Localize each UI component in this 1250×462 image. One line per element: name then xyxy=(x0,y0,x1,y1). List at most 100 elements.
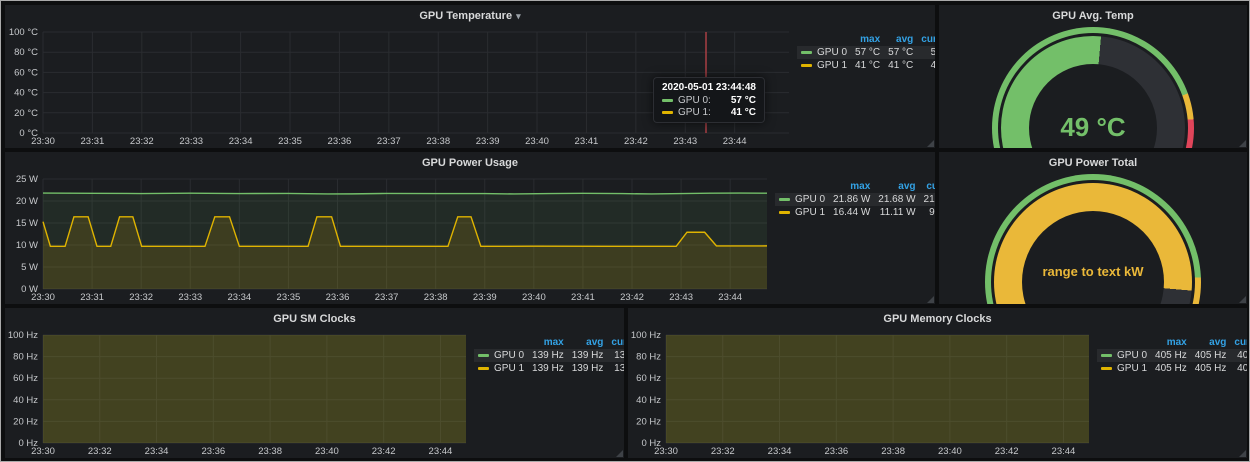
svg-text:20 W: 20 W xyxy=(16,196,38,207)
svg-text:23:34: 23:34 xyxy=(229,136,253,147)
svg-text:23:35: 23:35 xyxy=(278,136,302,147)
svg-text:80 Hz: 80 Hz xyxy=(13,352,38,363)
chevron-down-icon[interactable]: ▾ xyxy=(516,11,521,21)
legend-value: 139 Hz xyxy=(607,349,624,362)
panel-resize-handle[interactable] xyxy=(1239,140,1246,147)
legend-value: 139 Hz xyxy=(528,349,568,362)
legend-value: 41 °C xyxy=(851,59,884,72)
legend-sort-max[interactable]: max xyxy=(1151,336,1191,349)
svg-text:23:42: 23:42 xyxy=(624,136,648,147)
gauge-value: range to text kW xyxy=(939,264,1247,279)
panel-title[interactable]: GPU Power Total xyxy=(1049,157,1137,169)
legend-series-toggle[interactable]: GPU 1 xyxy=(775,206,829,219)
svg-text:23:40: 23:40 xyxy=(522,292,546,303)
panel-resize-handle[interactable] xyxy=(927,140,934,147)
legend-series-toggle[interactable]: GPU 0 xyxy=(775,193,829,206)
legend-value: 11.11 W xyxy=(874,206,919,219)
legend-series-toggle[interactable]: GPU 1 xyxy=(797,59,851,72)
legend-value: 21.86 W xyxy=(829,193,874,206)
legend-sort-current[interactable]: current xyxy=(1230,336,1247,349)
svg-text:80 °C: 80 °C xyxy=(14,47,38,58)
panel-title[interactable]: GPU Avg. Temp xyxy=(1052,10,1134,22)
power-usage-chart[interactable]: 23:3023:3123:3223:3323:3423:3523:3623:37… xyxy=(5,172,775,304)
panel-header[interactable]: GPU Avg. Temp xyxy=(939,5,1247,25)
legend-value: 405 Hz xyxy=(1230,349,1247,362)
legend-value: 57 °C xyxy=(884,46,917,59)
svg-text:40 °C: 40 °C xyxy=(14,88,38,99)
svg-text:0 °C: 0 °C xyxy=(19,128,38,139)
legend-value: 57 °C xyxy=(851,46,884,59)
legend-series-toggle[interactable]: GPU 0 xyxy=(474,349,528,362)
panel-header[interactable]: GPU Power Usage xyxy=(5,152,935,172)
svg-text:0 Hz: 0 Hz xyxy=(18,438,38,449)
svg-text:23:41: 23:41 xyxy=(571,292,595,303)
svg-text:20 Hz: 20 Hz xyxy=(13,416,38,427)
svg-text:23:32: 23:32 xyxy=(129,292,153,303)
temperature-chart[interactable]: 2020-05-01 23:44:48 GPU 0:57 °CGPU 1:41 … xyxy=(5,25,797,148)
panel-resize-handle[interactable] xyxy=(616,450,623,457)
panel-resize-handle[interactable] xyxy=(927,296,934,303)
legend-row: GPU 021.86 W21.68 W21.77 W xyxy=(775,193,935,206)
legend-value: 16.44 W xyxy=(829,206,874,219)
panel-gpu-temperature: GPU Temperature ▾ 2020-05-01 23:44:48 GPU… xyxy=(5,5,935,148)
legend-value: 405 Hz xyxy=(1191,349,1231,362)
legend-sort-current[interactable]: current xyxy=(917,33,935,46)
svg-text:23:44: 23:44 xyxy=(723,136,747,147)
legend-sort-max[interactable]: max xyxy=(851,33,884,46)
legend-sort-max[interactable]: max xyxy=(829,180,874,193)
panel-header[interactable]: GPU Memory Clocks xyxy=(628,308,1247,328)
panel-gpu-power-total: GPU Power Total range to text kW xyxy=(939,152,1247,304)
svg-text:23:43: 23:43 xyxy=(669,292,693,303)
legend-row: GPU 1405 Hz405 Hz405 Hz xyxy=(1097,362,1247,375)
legend-value: 21.77 W xyxy=(920,193,935,206)
panel-header[interactable]: GPU Power Total xyxy=(939,152,1247,172)
panel-header[interactable]: GPU SM Clocks xyxy=(5,308,624,328)
sm-clocks-chart[interactable]: 23:3023:3223:3423:3623:3823:4023:4223:44… xyxy=(5,328,474,458)
legend-value: 405 Hz xyxy=(1151,349,1191,362)
legend-value: 405 Hz xyxy=(1151,362,1191,375)
series-swatch-icon xyxy=(478,367,489,370)
svg-text:60 Hz: 60 Hz xyxy=(636,373,661,384)
svg-text:25 W: 25 W xyxy=(16,174,38,185)
series-name: GPU 1 xyxy=(1117,363,1147,374)
panel-title[interactable]: GPU SM Clocks xyxy=(273,313,356,325)
svg-text:23:38: 23:38 xyxy=(426,136,450,147)
legend-series-toggle[interactable]: GPU 0 xyxy=(797,46,851,59)
svg-text:23:40: 23:40 xyxy=(525,136,549,147)
svg-text:23:42: 23:42 xyxy=(372,446,396,457)
panel-resize-handle[interactable] xyxy=(1239,296,1246,303)
panel-title[interactable]: GPU Power Usage xyxy=(422,157,518,169)
legend-sort-current[interactable]: current xyxy=(607,336,624,349)
legend-sort-avg[interactable]: avg xyxy=(884,33,917,46)
panel-title[interactable]: GPU Memory Clocks xyxy=(883,313,991,325)
svg-text:40 Hz: 40 Hz xyxy=(636,395,661,406)
legend-value: 139 Hz xyxy=(568,362,608,375)
svg-text:20 Hz: 20 Hz xyxy=(636,416,661,427)
legend-sort-max[interactable]: max xyxy=(528,336,568,349)
legend-sort-avg[interactable]: avg xyxy=(874,180,919,193)
svg-text:23:44: 23:44 xyxy=(718,292,742,303)
legend-series-toggle[interactable]: GPU 1 xyxy=(1097,362,1151,375)
panel-header[interactable]: GPU Temperature ▾ xyxy=(5,5,935,25)
legend-row: GPU 116.44 W11.11 W9.79 W xyxy=(775,206,935,219)
legend-sort-avg[interactable]: avg xyxy=(1191,336,1231,349)
legend-sort-avg[interactable]: avg xyxy=(568,336,608,349)
legend-value: 21.68 W xyxy=(874,193,919,206)
svg-text:23:31: 23:31 xyxy=(80,292,104,303)
legend-value: 405 Hz xyxy=(1191,362,1231,375)
legend-series-toggle[interactable]: GPU 0 xyxy=(1097,349,1151,362)
svg-text:23:39: 23:39 xyxy=(476,136,500,147)
legend-sort-current[interactable]: current xyxy=(920,180,935,193)
memory-clocks-chart[interactable]: 23:3023:3223:3423:3623:3823:4023:4223:44… xyxy=(628,328,1097,458)
svg-text:23:31: 23:31 xyxy=(81,136,105,147)
series-swatch-icon xyxy=(1101,367,1112,370)
legend-table: maxavgcurrentGPU 021.86 W21.68 W21.77 WG… xyxy=(775,172,935,304)
svg-text:23:41: 23:41 xyxy=(575,136,599,147)
legend-series-toggle[interactable]: GPU 1 xyxy=(474,362,528,375)
panel-resize-handle[interactable] xyxy=(1239,450,1246,457)
svg-text:23:34: 23:34 xyxy=(768,446,792,457)
svg-text:60 Hz: 60 Hz xyxy=(13,373,38,384)
legend-table: maxavgcurrentGPU 057 °C57 °C57 °CGPU 141… xyxy=(797,25,935,148)
panel-title[interactable]: GPU Temperature xyxy=(419,10,512,22)
series-name: GPU 1 xyxy=(817,60,847,71)
